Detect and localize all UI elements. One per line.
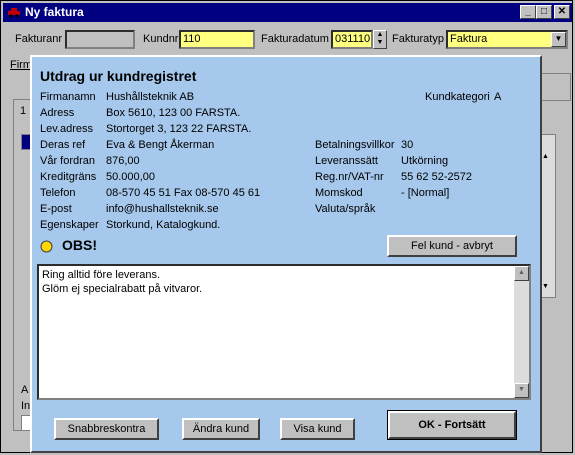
customer-note-memo[interactable]: Ring alltid före leverans. Glöm ej speci… — [37, 264, 531, 400]
fakturadatum-field[interactable]: 031110 — [331, 30, 373, 49]
memo-text: Ring alltid före leverans. Glöm ej speci… — [42, 268, 202, 296]
label-momskod: Momskod — [315, 187, 363, 199]
background-button[interactable] — [541, 73, 571, 101]
fakturadatum-label: Fakturadatum — [261, 33, 329, 45]
chevron-down-icon[interactable]: ▼ — [551, 32, 566, 47]
background-scroll-down-icon[interactable]: ▼ — [542, 283, 549, 290]
value-var-fordran: 876,00 — [106, 155, 140, 167]
kundnr-label: Kundnr — [143, 33, 179, 45]
quick-register-button[interactable]: Snabbreskontra — [54, 418, 159, 440]
label-var-fordran: Vår fordran — [40, 155, 96, 167]
background-in-label: In — [21, 400, 31, 412]
window-title: Ny faktura — [25, 5, 84, 19]
value-adress: Box 5610, 123 00 FARSTA. — [106, 107, 241, 119]
background-a-label: A — [21, 384, 29, 396]
fakturatyp-select[interactable]: Faktura ▼ — [446, 30, 568, 49]
kundnr-field[interactable]: 110 — [179, 30, 255, 49]
title-bar: Ny faktura _ □ ✕ — [3, 3, 572, 22]
label-regnr-vat: Reg.nr/VAT-nr — [315, 171, 384, 183]
value-epost: info@hushallsteknik.se — [106, 203, 219, 215]
value-regnr-vat: 55 62 52-2572 — [401, 171, 472, 183]
label-deras-ref: Deras ref — [40, 139, 86, 151]
background-number: 1 — [20, 105, 27, 117]
value-momskod: - [Normal] — [401, 187, 450, 199]
wrong-customer-button[interactable]: Fel kund - avbryt — [387, 235, 517, 257]
fakturanr-label: Fakturanr — [15, 33, 63, 45]
edit-customer-button[interactable]: Ändra kund — [182, 418, 260, 440]
minimize-button[interactable]: _ — [520, 5, 536, 19]
label-egenskaper: Egenskaper — [40, 219, 99, 231]
scroll-down-icon[interactable]: ▼ — [514, 383, 529, 398]
maximize-button[interactable]: □ — [536, 5, 552, 19]
value-leveranssatt: Utkörning — [401, 155, 449, 167]
label-telefon: Telefon — [40, 187, 76, 199]
fakturatyp-label: Fakturatyp — [392, 33, 444, 45]
value-betalningsvillkor: 30 — [401, 139, 414, 151]
invoice-window: Ny faktura _ □ ✕ Fakturanr Kundnr 110 Fa… — [0, 0, 573, 453]
scroll-up-icon[interactable]: ▲ — [514, 266, 529, 281]
fakturatyp-value: Faktura — [450, 33, 488, 45]
dialog-title: Utdrag ur kundregistret — [40, 68, 197, 84]
value-lev-adress: Stortorget 3, 123 22 FARSTA. — [106, 123, 252, 135]
obs-indicator-icon — [40, 240, 53, 253]
label-valuta-sprak: Valuta/språk — [315, 203, 376, 215]
label-adress: Adress — [40, 107, 75, 119]
show-customer-button[interactable]: Visa kund — [280, 418, 355, 440]
label-kundkategori: Kundkategori — [425, 91, 490, 103]
label-firmanamn: Firmanamn — [40, 91, 96, 103]
fakturanr-field[interactable] — [65, 30, 135, 49]
label-kreditgrans: Kreditgräns — [40, 171, 97, 183]
value-firmanamn: Hushållsteknik AB — [106, 91, 195, 103]
car-icon — [8, 8, 20, 18]
ok-continue-button[interactable]: OK - Fortsätt — [387, 410, 517, 440]
memo-line-2: Glöm ej specialrabatt på vitvaror. — [42, 283, 203, 295]
customer-extract-dialog: Utdrag ur kundregistret Firmanamn Adress… — [30, 55, 542, 453]
value-telefon: 08-570 45 51 Fax 08-570 45 61 — [106, 187, 261, 199]
label-betalningsvillkor: Betalningsvillkor — [315, 139, 395, 151]
label-epost: E-post — [40, 203, 72, 215]
memo-scrollbar[interactable]: ▲ ▼ — [514, 266, 529, 398]
date-spinner[interactable]: ▲ ▼ — [373, 30, 387, 49]
label-leveranssatt: Leveranssätt — [315, 155, 378, 167]
close-button[interactable]: ✕ — [554, 5, 570, 19]
memo-line-1: Ring alltid före leverans. — [42, 269, 161, 281]
value-egenskaper: Storkund, Katalogkund. — [106, 219, 221, 231]
firm-label-partial: Firm — [10, 59, 32, 71]
background-scroll-up-icon[interactable]: ▲ — [542, 153, 549, 160]
value-kreditgrans: 50.000,00 — [106, 171, 155, 183]
obs-label: OBS! — [62, 237, 97, 253]
value-deras-ref: Eva & Bengt Åkerman — [106, 139, 215, 151]
value-kundkategori: A — [494, 91, 502, 103]
label-lev-adress: Lev.adress — [40, 123, 93, 135]
